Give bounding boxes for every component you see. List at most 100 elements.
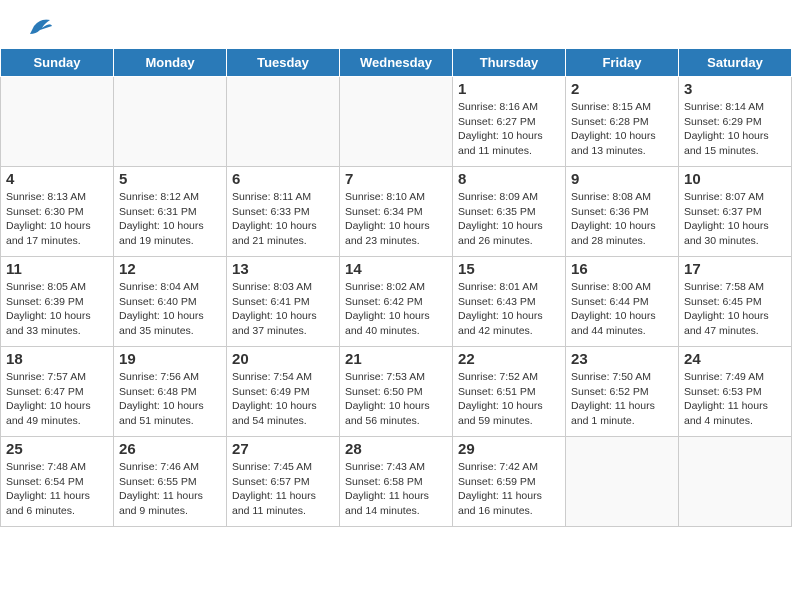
date-number: 22 — [458, 351, 560, 368]
logo — [20, 16, 52, 36]
cell-info: Sunrise: 8:14 AM Sunset: 6:29 PM Dayligh… — [684, 100, 786, 159]
cell-info: Sunrise: 8:08 AM Sunset: 6:36 PM Dayligh… — [571, 190, 673, 249]
cell-info: Sunrise: 8:07 AM Sunset: 6:37 PM Dayligh… — [684, 190, 786, 249]
cell-info: Sunrise: 8:11 AM Sunset: 6:33 PM Dayligh… — [232, 190, 334, 249]
date-number: 7 — [345, 171, 447, 188]
day-header-thursday: Thursday — [453, 49, 566, 77]
date-cell: 18 Sunrise: 7:57 AM Sunset: 6:47 PM Dayli… — [1, 347, 114, 437]
date-cell: 3 Sunrise: 8:14 AM Sunset: 6:29 PM Daylig… — [679, 77, 792, 167]
date-cell — [340, 77, 453, 167]
date-cell: 15 Sunrise: 8:01 AM Sunset: 6:43 PM Dayli… — [453, 257, 566, 347]
cell-info: Sunrise: 7:46 AM Sunset: 6:55 PM Dayligh… — [119, 460, 221, 519]
calendar-body: 1 Sunrise: 8:16 AM Sunset: 6:27 PM Daylig… — [1, 77, 792, 527]
date-cell: 8 Sunrise: 8:09 AM Sunset: 6:35 PM Daylig… — [453, 167, 566, 257]
date-number: 16 — [571, 261, 673, 278]
cell-info: Sunrise: 8:10 AM Sunset: 6:34 PM Dayligh… — [345, 190, 447, 249]
date-number: 12 — [119, 261, 221, 278]
day-header-saturday: Saturday — [679, 49, 792, 77]
cell-info: Sunrise: 8:13 AM Sunset: 6:30 PM Dayligh… — [6, 190, 108, 249]
cell-info: Sunrise: 7:52 AM Sunset: 6:51 PM Dayligh… — [458, 370, 560, 429]
date-cell: 10 Sunrise: 8:07 AM Sunset: 6:37 PM Dayli… — [679, 167, 792, 257]
cell-info: Sunrise: 7:42 AM Sunset: 6:59 PM Dayligh… — [458, 460, 560, 519]
date-number: 28 — [345, 441, 447, 458]
date-cell — [227, 77, 340, 167]
date-cell: 9 Sunrise: 8:08 AM Sunset: 6:36 PM Daylig… — [566, 167, 679, 257]
date-cell: 6 Sunrise: 8:11 AM Sunset: 6:33 PM Daylig… — [227, 167, 340, 257]
date-number: 9 — [571, 171, 673, 188]
cell-info: Sunrise: 8:09 AM Sunset: 6:35 PM Dayligh… — [458, 190, 560, 249]
week-row-1: 4 Sunrise: 8:13 AM Sunset: 6:30 PM Daylig… — [1, 167, 792, 257]
cell-info: Sunrise: 7:56 AM Sunset: 6:48 PM Dayligh… — [119, 370, 221, 429]
cell-info: Sunrise: 7:49 AM Sunset: 6:53 PM Dayligh… — [684, 370, 786, 429]
date-number: 29 — [458, 441, 560, 458]
cell-info: Sunrise: 8:15 AM Sunset: 6:28 PM Dayligh… — [571, 100, 673, 159]
date-number: 23 — [571, 351, 673, 368]
date-number: 17 — [684, 261, 786, 278]
date-cell — [679, 437, 792, 527]
date-cell: 12 Sunrise: 8:04 AM Sunset: 6:40 PM Dayli… — [114, 257, 227, 347]
cell-info: Sunrise: 8:04 AM Sunset: 6:40 PM Dayligh… — [119, 280, 221, 339]
cell-info: Sunrise: 8:16 AM Sunset: 6:27 PM Dayligh… — [458, 100, 560, 159]
date-number: 25 — [6, 441, 108, 458]
date-cell — [1, 77, 114, 167]
cell-info: Sunrise: 8:00 AM Sunset: 6:44 PM Dayligh… — [571, 280, 673, 339]
date-number: 27 — [232, 441, 334, 458]
date-cell — [566, 437, 679, 527]
date-number: 5 — [119, 171, 221, 188]
date-cell: 14Sunrise: 8:02 AM Sunset: 6:42 PM Dayli… — [340, 257, 453, 347]
cell-info: Sunrise: 7:58 AM Sunset: 6:45 PM Dayligh… — [684, 280, 786, 339]
day-header-friday: Friday — [566, 49, 679, 77]
calendar-header-row: SundayMondayTuesdayWednesdayThursdayFrid… — [1, 49, 792, 77]
date-cell: 28 Sunrise: 7:43 AM Sunset: 6:58 PM Dayli… — [340, 437, 453, 527]
date-number: 18 — [6, 351, 108, 368]
date-number: 15 — [458, 261, 560, 278]
cell-info: Sunrise: 8:01 AM Sunset: 6:43 PM Dayligh… — [458, 280, 560, 339]
page-header — [0, 0, 792, 40]
date-number: 10 — [684, 171, 786, 188]
date-cell: 24 Sunrise: 7:49 AM Sunset: 6:53 PM Dayli… — [679, 347, 792, 437]
date-cell: 16 Sunrise: 8:00 AM Sunset: 6:44 PM Dayli… — [566, 257, 679, 347]
date-number: 13 — [232, 261, 334, 278]
date-cell: 21 Sunrise: 7:53 AM Sunset: 6:50 PM Dayli… — [340, 347, 453, 437]
date-number: 24 — [684, 351, 786, 368]
date-cell: 20 Sunrise: 7:54 AM Sunset: 6:49 PM Dayli… — [227, 347, 340, 437]
date-cell: 23 Sunrise: 7:50 AM Sunset: 6:52 PM Dayli… — [566, 347, 679, 437]
day-header-wednesday: Wednesday — [340, 49, 453, 77]
cell-info: Sunrise: 8:02 AM Sunset: 6:42 PM Dayligh… — [345, 280, 447, 339]
date-cell: 2Sunrise: 8:15 AM Sunset: 6:28 PM Daylig… — [566, 77, 679, 167]
date-number: 8 — [458, 171, 560, 188]
cell-info: Sunrise: 8:12 AM Sunset: 6:31 PM Dayligh… — [119, 190, 221, 249]
date-cell: 5 Sunrise: 8:12 AM Sunset: 6:31 PM Daylig… — [114, 167, 227, 257]
cell-info: Sunrise: 8:05 AM Sunset: 6:39 PM Dayligh… — [6, 280, 108, 339]
day-header-sunday: Sunday — [1, 49, 114, 77]
date-cell: 7 Sunrise: 8:10 AM Sunset: 6:34 PM Daylig… — [340, 167, 453, 257]
date-number: 3 — [684, 81, 786, 98]
cell-info: Sunrise: 7:50 AM Sunset: 6:52 PM Dayligh… — [571, 370, 673, 429]
week-row-2: 11 Sunrise: 8:05 AM Sunset: 6:39 PM Dayli… — [1, 257, 792, 347]
week-row-0: 1 Sunrise: 8:16 AM Sunset: 6:27 PM Daylig… — [1, 77, 792, 167]
cell-info: Sunrise: 7:57 AM Sunset: 6:47 PM Dayligh… — [6, 370, 108, 429]
date-cell: 27 Sunrise: 7:45 AM Sunset: 6:57 PM Dayli… — [227, 437, 340, 527]
day-header-tuesday: Tuesday — [227, 49, 340, 77]
week-row-4: 25 Sunrise: 7:48 AM Sunset: 6:54 PM Dayli… — [1, 437, 792, 527]
cell-info: Sunrise: 7:43 AM Sunset: 6:58 PM Dayligh… — [345, 460, 447, 519]
date-cell: 29 Sunrise: 7:42 AM Sunset: 6:59 PM Dayli… — [453, 437, 566, 527]
date-cell: 13Sunrise: 8:03 AM Sunset: 6:41 PM Dayli… — [227, 257, 340, 347]
cell-info: Sunrise: 7:54 AM Sunset: 6:49 PM Dayligh… — [232, 370, 334, 429]
date-cell: 25 Sunrise: 7:48 AM Sunset: 6:54 PM Dayli… — [1, 437, 114, 527]
date-cell: 11 Sunrise: 8:05 AM Sunset: 6:39 PM Dayli… — [1, 257, 114, 347]
date-number: 11 — [6, 261, 108, 278]
date-number: 4 — [6, 171, 108, 188]
date-number: 19 — [119, 351, 221, 368]
date-cell — [114, 77, 227, 167]
date-cell: 4 Sunrise: 8:13 AM Sunset: 6:30 PM Daylig… — [1, 167, 114, 257]
cell-info: Sunrise: 7:45 AM Sunset: 6:57 PM Dayligh… — [232, 460, 334, 519]
cell-info: Sunrise: 7:48 AM Sunset: 6:54 PM Dayligh… — [6, 460, 108, 519]
date-number: 1 — [458, 81, 560, 98]
date-cell: 1 Sunrise: 8:16 AM Sunset: 6:27 PM Daylig… — [453, 77, 566, 167]
date-number: 6 — [232, 171, 334, 188]
date-number: 21 — [345, 351, 447, 368]
cell-info: Sunrise: 7:53 AM Sunset: 6:50 PM Dayligh… — [345, 370, 447, 429]
calendar-table: SundayMondayTuesdayWednesdayThursdayFrid… — [0, 48, 792, 527]
date-number: 20 — [232, 351, 334, 368]
